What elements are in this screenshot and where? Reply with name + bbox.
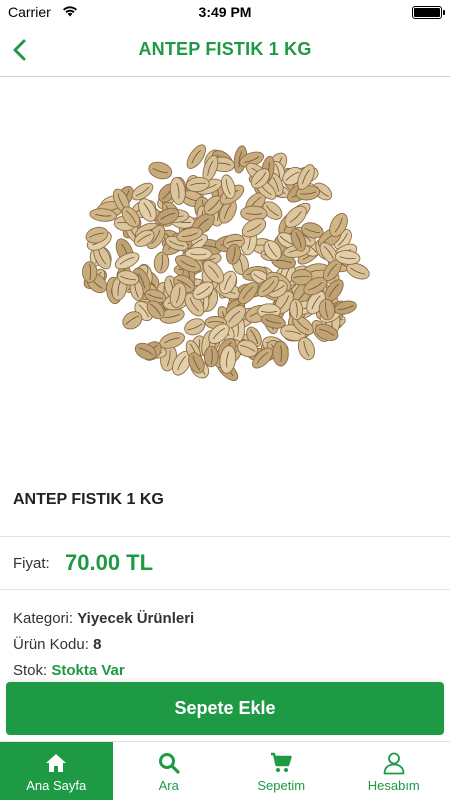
status-bar: Carrier 3:49 PM	[0, 0, 450, 24]
product-code-label: Ürün Kodu:	[13, 636, 89, 653]
category-row: Kategori: Yiyecek Ürünleri	[13, 610, 194, 627]
pistachio	[148, 161, 173, 180]
divider	[0, 536, 450, 537]
tab-label: Hesabım	[367, 778, 420, 793]
pistachio	[184, 318, 206, 336]
add-to-cart-button[interactable]: Sepete Ekle	[6, 682, 444, 735]
pistachio-photo	[82, 144, 370, 382]
stock-row: Stok: Stokta Var	[13, 662, 125, 679]
tab-cart[interactable]: Sepetim	[225, 742, 338, 800]
battery-icon	[412, 6, 445, 19]
tab-label: Ana Sayfa	[26, 778, 87, 793]
divider	[0, 589, 450, 590]
stock-label: Stok:	[13, 662, 48, 679]
product-image	[56, 97, 393, 434]
tab-label: Sepetim	[257, 778, 306, 793]
page-title: ANTEP FISTIK 1 KG	[138, 39, 312, 59]
search-icon	[158, 753, 180, 774]
tab-bar: Ana Sayfa Ara Sepetim Hesabım	[0, 741, 450, 800]
tab-label: Ara	[158, 778, 179, 793]
price-label: Fiyat:	[13, 555, 50, 572]
product-code-row: Ürün Kodu: 8	[13, 636, 101, 653]
pistachio	[272, 340, 289, 367]
product-name: ANTEP FISTIK 1 KG	[13, 491, 164, 508]
nav-bar: ANTEP FISTIK 1 KG	[0, 24, 450, 77]
tab-search[interactable]: Ara	[113, 742, 226, 800]
tab-account[interactable]: Hesabım	[338, 742, 450, 800]
product-code-value: 8	[93, 636, 102, 653]
user-icon	[383, 752, 405, 775]
category-value: Yiyecek Ürünleri	[77, 610, 195, 627]
category-label: Kategori:	[13, 610, 74, 627]
tab-home[interactable]: Ana Sayfa	[0, 742, 113, 800]
status-time: 3:49 PM	[198, 4, 252, 20]
pistachio	[82, 261, 98, 283]
price-value: 70.00 TL	[65, 550, 154, 575]
stock-value: Stokta Var	[51, 662, 125, 679]
pistachio	[203, 345, 219, 368]
home-icon	[46, 754, 67, 772]
cart-icon	[271, 752, 292, 772]
